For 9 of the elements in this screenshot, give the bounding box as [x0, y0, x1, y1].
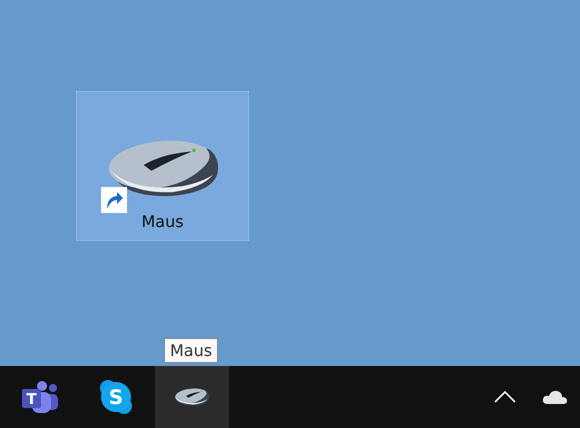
mouse-icon	[174, 387, 210, 407]
tooltip: Maus	[164, 338, 218, 363]
desktop-shortcut[interactable]: Maus	[76, 91, 249, 241]
s-logo-icon: S	[99, 379, 133, 415]
taskbar-app-button[interactable]: T	[3, 366, 77, 428]
chevron-up-icon	[494, 391, 516, 403]
shortcut-label: Maus	[141, 212, 184, 231]
cloud-icon	[542, 389, 568, 405]
taskbar-app-button[interactable]	[155, 366, 229, 428]
